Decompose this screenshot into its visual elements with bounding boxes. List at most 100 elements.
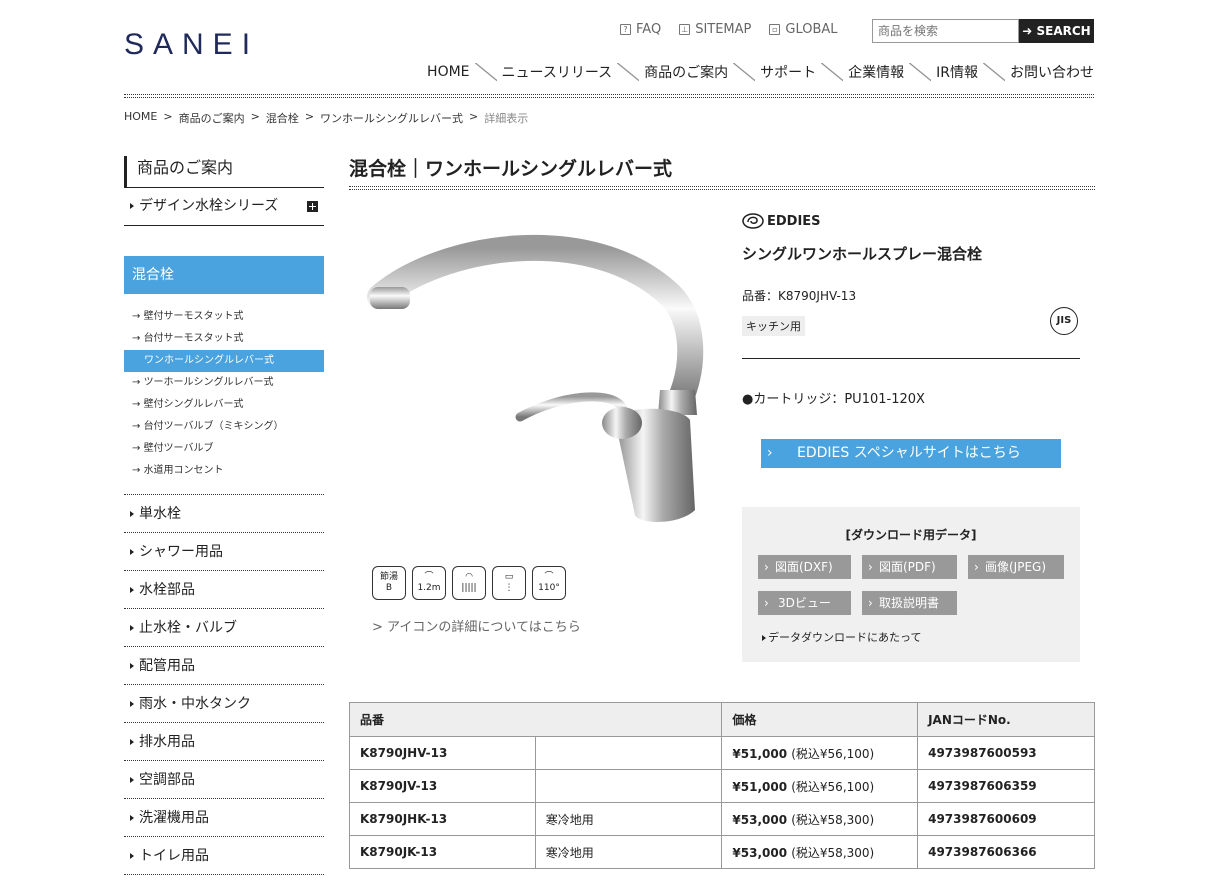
sidebar-subitem[interactable]: → 水道用コンセント <box>124 460 324 482</box>
nav-home[interactable]: HOME <box>427 64 469 80</box>
breadcrumb: HOME > 商品のご案内 > 混合栓 > ワンホールシングルレバー式 > 詳細表示 <box>124 110 528 126</box>
breadcrumb-separator: > <box>163 110 173 123</box>
sidebar-subitem[interactable]: → ツーホールシングルレバー式 <box>124 372 324 394</box>
icon-label: B <box>385 583 393 593</box>
sidebar-item-label: 排水用品 <box>139 734 195 750</box>
breadcrumb-products[interactable]: 商品のご案内 <box>179 110 245 126</box>
faq-label: FAQ <box>636 22 662 37</box>
sidebar-item-label: シャワー用品 <box>139 544 223 560</box>
sidebar-subitem[interactable]: → 壁付ツーバルブ <box>124 438 324 460</box>
header-divider <box>124 94 1094 98</box>
download-pdf-button[interactable]: 図面(PDF) <box>862 555 957 579</box>
jis-mark-icon: JIS <box>1050 307 1078 335</box>
sidebar-item-category[interactable]: 配管用品 <box>124 647 324 685</box>
sidebar-subitem[interactable]: → 壁付シングルレバー式 <box>124 394 324 416</box>
nav-ir[interactable]: IR情報 <box>936 62 978 82</box>
title-divider <box>349 186 1095 190</box>
sidebar-categories: 単水栓 シャワー用品 水栓部品 止水栓・バルブ 配管用品 雨水・中水タンク 排水… <box>124 494 324 875</box>
page-title: 混合栓｜ワンホールシングルレバー式 <box>349 158 673 180</box>
cell-price: ¥51,000 (税込¥56,100) <box>721 736 919 770</box>
sidebar-item-design[interactable]: デザイン水栓シリーズ <box>124 188 324 226</box>
usage-tag: キッチン用 <box>742 316 805 336</box>
sanei-logo[interactable]: SANEI <box>124 28 259 62</box>
download-manual-button[interactable]: 取扱説明書 <box>862 591 957 615</box>
nav-news[interactable]: ニュースリリース <box>502 62 613 82</box>
download-jpeg-button[interactable]: 画像(JPEG) <box>968 555 1064 579</box>
question-icon: ? <box>620 24 631 35</box>
sitemap-label: SITEMAP <box>695 22 752 37</box>
nav-contact[interactable]: お問い合わせ <box>1010 62 1094 82</box>
nav-company[interactable]: 企業情報 <box>848 62 904 82</box>
plus-icon[interactable] <box>307 201 318 212</box>
sidebar-item-mixer[interactable]: 混合栓 <box>124 256 324 294</box>
sitemap-link[interactable]: ⊥ SITEMAP <box>679 22 751 37</box>
header-jan: JANコードNo. <box>917 702 1095 737</box>
download-note-label: データダウンロードにあたって <box>768 631 922 644</box>
sidebar-item-category[interactable]: 空調部品 <box>124 761 324 799</box>
cell-note <box>534 769 723 803</box>
cell-price: ¥51,000 (税込¥56,100) <box>721 769 919 803</box>
sidebar: 商品のご案内 デザイン水栓シリーズ 混合栓 → 壁付サーモスタット式 → 台付サ… <box>124 156 324 875</box>
sidebar-item-category[interactable]: トイレ用品 <box>124 837 324 875</box>
cartridge-info: ●カートリッジ：PU101-120X <box>742 392 925 407</box>
nav-separator <box>617 63 640 81</box>
global-link[interactable]: ▫ GLOBAL <box>769 22 838 37</box>
cell-jan: 4973987600609 <box>917 802 1095 836</box>
faq-link[interactable]: ? FAQ <box>620 22 661 37</box>
triangle-icon <box>130 739 134 745</box>
nav-products[interactable]: 商品のご案内 <box>644 62 728 82</box>
icon-details-link[interactable]: > アイコンの詳細についてはこちら <box>372 616 581 635</box>
eddies-special-site-button[interactable]: EDDIES スペシャルサイトはこちら <box>761 439 1061 468</box>
breadcrumb-home[interactable]: HOME <box>124 110 157 126</box>
sidebar-subitem-active[interactable]: ワンホールシングルレバー式 <box>124 350 324 372</box>
download-note-link[interactable]: データダウンロードにあたって <box>762 629 921 645</box>
sidebar-item-category[interactable]: 排水用品 <box>124 723 324 761</box>
breadcrumb-onehole[interactable]: ワンホールシングルレバー式 <box>320 110 463 126</box>
nav-separator <box>909 63 932 81</box>
sidebar-item-category[interactable]: 洗濯機用品 <box>124 799 324 837</box>
shower-head-icon: ⌒ <box>424 572 434 582</box>
breadcrumb-separator: > <box>250 110 260 123</box>
cell-note: 寒冷地用 <box>534 802 723 836</box>
faucet-product-image <box>367 234 704 522</box>
breadcrumb-mixer[interactable]: 混合栓 <box>266 110 299 126</box>
triangle-icon <box>130 625 134 631</box>
sidebar-item-label: デザイン水栓シリーズ <box>139 198 279 214</box>
view-3d-button[interactable]: 3Dビュー <box>758 591 851 615</box>
download-dxf-button[interactable]: 図面(DXF) <box>758 555 851 579</box>
sidebar-item-category[interactable]: シャワー用品 <box>124 533 324 571</box>
search-input[interactable] <box>872 19 1019 43</box>
price-value: ¥53,000 <box>732 845 788 860</box>
sidebar-subitem[interactable]: → 台付ツーバルブ（ミキシング） <box>124 416 324 438</box>
sidebar-item-label: 洗濯機用品 <box>139 810 209 826</box>
cell-code: K8790JV-13 <box>349 769 536 803</box>
arc-glyph: ⌒ <box>544 572 554 582</box>
cell-code: K8790JHV-13 <box>349 736 536 770</box>
table-row: K8790JHV-13 ¥51,000 (税込¥56,100) 49739876… <box>349 736 1095 770</box>
sidebar-item-category[interactable]: 止水栓・バルブ <box>124 609 324 647</box>
download-panel: [ダウンロード用データ] 図面(DXF) 図面(PDF) 画像(JPEG) 3D… <box>742 507 1080 662</box>
header-code: 品番 <box>348 702 723 737</box>
sidebar-subitem-label: 壁付サーモスタット式 <box>143 311 244 322</box>
sidebar-item-label: トイレ用品 <box>139 848 209 864</box>
sidebar-item-category[interactable]: 雨水・中水タンク <box>124 685 324 723</box>
price-value: ¥51,000 <box>732 746 788 761</box>
table-row: K8790JHK-13 寒冷地用 ¥53,000 (税込¥58,300) 497… <box>349 802 1095 836</box>
cell-note <box>534 736 723 770</box>
sitemap-icon: ⊥ <box>679 24 691 35</box>
sidebar-item-category[interactable]: 水栓部品 <box>124 571 324 609</box>
nav-support[interactable]: サポート <box>760 62 816 82</box>
shower-glyph: ◠ ||||| <box>461 572 477 593</box>
icon-label: 1.2m <box>417 583 441 593</box>
sidebar-submenu: → 壁付サーモスタット式 → 台付サーモスタット式 ワンホールシングルレバー式 … <box>124 306 324 482</box>
sidebar-item-category[interactable]: 単水栓 <box>124 495 324 533</box>
search-button[interactable]: ➜ SEARCH <box>1019 19 1094 43</box>
sidebar-subitem[interactable]: → 台付サーモスタット式 <box>124 328 324 350</box>
triangle-icon <box>130 549 134 555</box>
sidebar-item-label: 雨水・中水タンク <box>139 696 251 712</box>
search-form: ➜ SEARCH <box>872 19 1094 43</box>
shower-spray-icon: ◠ ||||| <box>452 566 486 600</box>
cell-jan: 4973987606359 <box>917 769 1095 803</box>
sidebar-subitem[interactable]: → 壁付サーモスタット式 <box>124 306 324 328</box>
triangle-icon <box>130 511 134 517</box>
